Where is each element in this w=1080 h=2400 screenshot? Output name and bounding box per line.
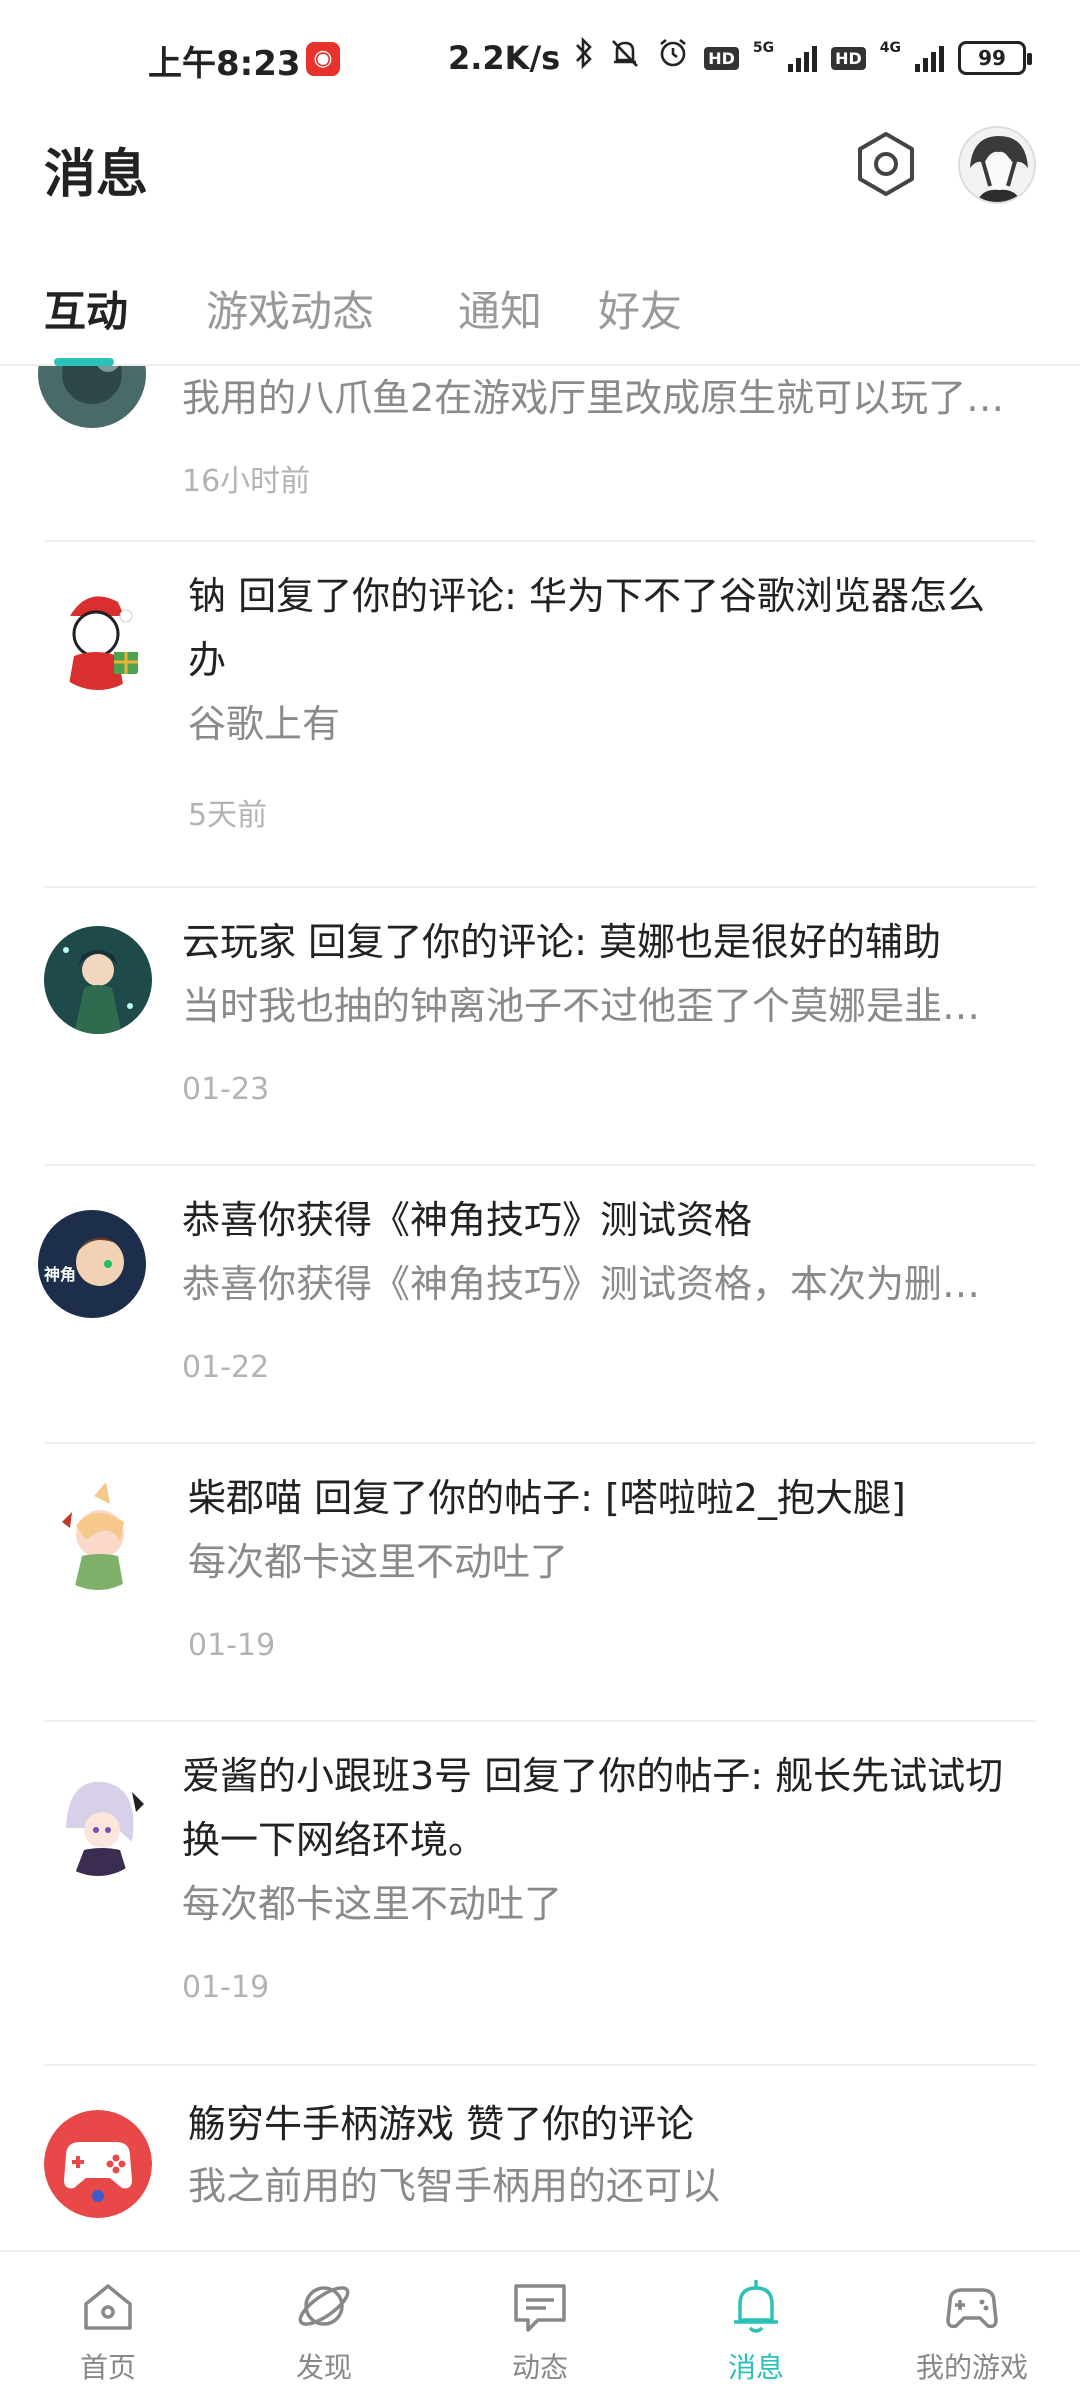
tab-game-news[interactable]: 游戏动态 xyxy=(206,278,374,339)
signal-icon-2 xyxy=(915,44,944,72)
message-body: 我之前用的飞智手柄用的还可以 xyxy=(188,2164,721,2208)
status-time: 上午8:23 xyxy=(148,44,301,84)
message-time: 01-22 xyxy=(182,1350,270,1385)
message-title-line2: 换一下网络环境。 xyxy=(182,1818,487,1862)
message-body: 每次都卡这里不动吐了 xyxy=(188,1540,569,1584)
user-avatar[interactable] xyxy=(44,1482,152,1590)
netease-music-icon: ◉ xyxy=(306,42,340,76)
nav-my-games[interactable]: 我的游戏 xyxy=(864,2252,1080,2400)
message-body: 我用的八爪鱼2在游戏厅里改成原生就可以玩了… xyxy=(182,376,1005,420)
svg-text:神角: 神角 xyxy=(44,1265,76,1284)
message-list[interactable]: 我用的八爪鱼2在游戏厅里改成原生就可以玩了… 16小时前 钠 回复了你的评论: … xyxy=(0,366,1080,2250)
bottom-nav: 首页 发现 动态 消息 我的游戏 xyxy=(0,2250,1080,2400)
home-icon xyxy=(84,2284,132,2330)
nav-home[interactable]: 首页 xyxy=(0,2252,216,2400)
mute-bell-icon xyxy=(608,36,642,81)
gamepad-icon xyxy=(946,2288,998,2329)
alarm-icon xyxy=(656,36,690,81)
message-body: 每次都卡这里不动吐了 xyxy=(182,1882,563,1926)
signal-icon-1 xyxy=(788,44,818,72)
status-bar: 上午8:23 ◉ 2.2K/s HD 5G HD 4G 99 xyxy=(0,0,1080,120)
hd-badge-1: HD xyxy=(704,46,739,70)
nav-feed-label: 动态 xyxy=(511,2351,568,2384)
message-tabs: 互动 游戏动态 通知 好友 xyxy=(0,270,1080,366)
settings-hexagon-icon[interactable] xyxy=(850,128,922,200)
network-type-1: 5G xyxy=(752,40,775,56)
messages-page: 上午8:23 ◉ 2.2K/s HD 5G HD 4G 99 消息 互动 游戏动… xyxy=(0,0,1080,2400)
nav-discover-label: 发现 xyxy=(295,2351,352,2384)
message-title: 恭喜你获得《神角技巧》测试资格 xyxy=(182,1198,753,1242)
list-item[interactable]: 爱酱的小跟班3号 回复了你的帖子: 舰长先试试切 换一下网络环境。 每次都卡这里… xyxy=(0,1722,1080,2066)
message-title: 云玩家 回复了你的评论: 莫娜也是很好的辅助 xyxy=(182,920,941,964)
bluetooth-icon xyxy=(574,36,594,81)
page-title: 消息 xyxy=(44,145,149,205)
nav-messages-label: 消息 xyxy=(727,2351,784,2384)
tab-notifications[interactable]: 通知 xyxy=(458,278,542,339)
message-time: 01-19 xyxy=(188,1628,276,1663)
list-item[interactable]: 云玩家 回复了你的评论: 莫娜也是很好的辅助 当时我也抽的钟离池子不过他歪了个莫… xyxy=(0,888,1080,1166)
list-item[interactable]: 神角 恭喜你获得《神角技巧》测试资格 恭喜你获得《神角技巧》测试资格，本次为删档… xyxy=(0,1166,1080,1444)
nav-my-games-label: 我的游戏 xyxy=(915,2351,1028,2384)
tab-interaction[interactable]: 互动 xyxy=(44,278,128,339)
nav-home-label: 首页 xyxy=(79,2351,136,2384)
my-avatar[interactable] xyxy=(958,126,1036,204)
list-item[interactable]: 我用的八爪鱼2在游戏厅里改成原生就可以玩了… 16小时前 xyxy=(0,366,1080,540)
message-time: 16小时前 xyxy=(182,464,311,499)
user-avatar[interactable] xyxy=(44,582,152,690)
message-title: 柴郡喵 回复了你的帖子: [嗒啦啦2_抱大腿] xyxy=(188,1476,906,1520)
hd-badge-2: HD xyxy=(831,46,866,70)
message-body: 谷歌上有 xyxy=(188,702,341,746)
message-time: 01-19 xyxy=(182,1970,270,2005)
message-body: 当时我也抽的钟离池子不过他歪了个莫娜是韭… xyxy=(182,984,981,1028)
tab-friends[interactable]: 好友 xyxy=(598,278,682,339)
user-avatar[interactable] xyxy=(44,926,152,1034)
user-avatar[interactable] xyxy=(44,1768,152,1876)
message-body: 恭喜你获得《神角技巧》测试资格，本次为删档… xyxy=(182,1262,1012,1306)
nav-messages[interactable]: 消息 xyxy=(648,2252,864,2400)
net-speed: 2.2K/s xyxy=(447,39,561,77)
nav-discover[interactable]: 发现 xyxy=(216,2252,432,2400)
message-time: 5天前 xyxy=(188,798,268,833)
page-header: 消息 xyxy=(0,120,1080,250)
message-title-line1: 爱酱的小跟班3号 回复了你的帖子: 舰长先试试切 xyxy=(182,1754,1004,1798)
active-tab-indicator xyxy=(54,358,114,366)
message-title-line2: 办 xyxy=(188,638,227,682)
gamepad-brand-avatar[interactable] xyxy=(44,2110,152,2218)
chat-icon xyxy=(514,2284,566,2332)
message-title: 觞穷牛手柄游戏 赞了你的评论 xyxy=(188,2102,695,2146)
message-title-line1: 钠 回复了你的评论: 华为下不了谷歌浏览器怎么 xyxy=(188,574,985,618)
list-item[interactable]: 觞穷牛手柄游戏 赞了你的评论 我之前用的飞智手柄用的还可以 xyxy=(0,2066,1080,2250)
network-type-2: 4G xyxy=(879,40,901,56)
list-item[interactable]: 柴郡喵 回复了你的帖子: [嗒啦啦2_抱大腿] 每次都卡这里不动吐了 01-19 xyxy=(0,1444,1080,1722)
user-avatar[interactable] xyxy=(38,366,146,428)
bell-icon xyxy=(734,2280,778,2333)
status-icons: 2.2K/s HD 5G HD 4G 99 xyxy=(447,36,1032,81)
list-item[interactable]: 钠 回复了你的评论: 华为下不了谷歌浏览器怎么 办 谷歌上有 5天前 xyxy=(0,542,1080,888)
planet-icon xyxy=(298,2286,350,2326)
user-avatar[interactable]: 神角 xyxy=(38,1210,146,1318)
nav-feed[interactable]: 动态 xyxy=(432,2252,648,2400)
message-time: 01-23 xyxy=(182,1072,270,1107)
battery-icon: 99 xyxy=(958,41,1032,75)
